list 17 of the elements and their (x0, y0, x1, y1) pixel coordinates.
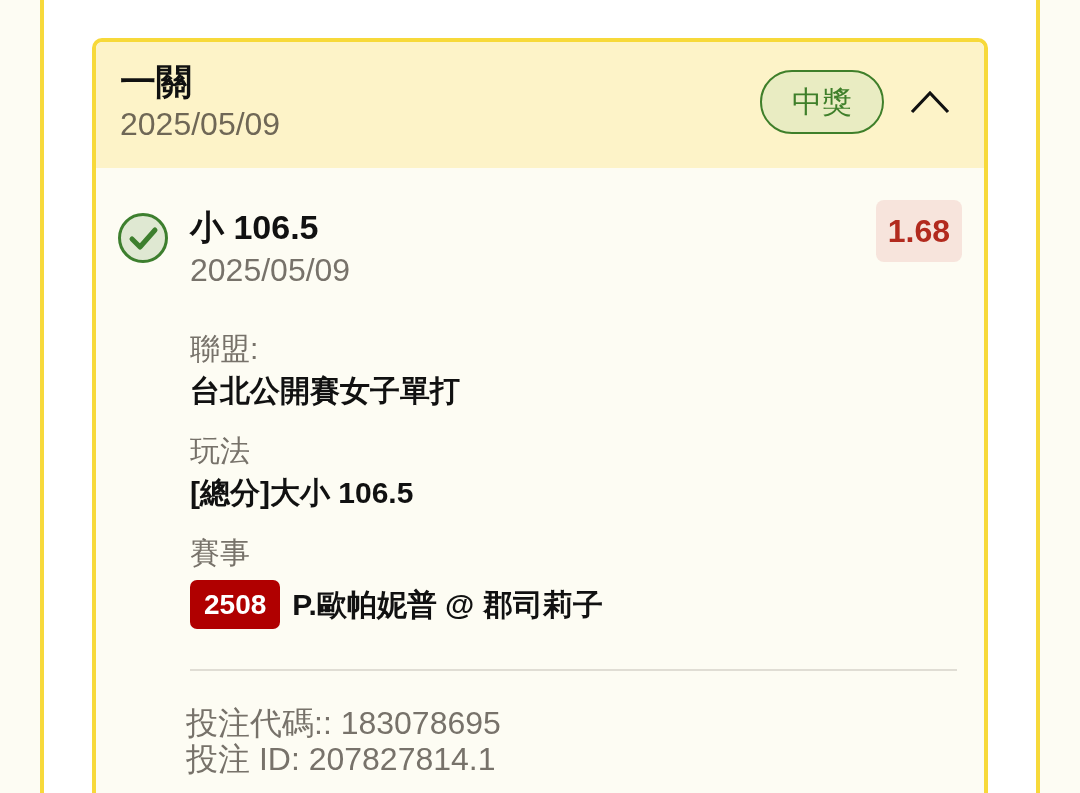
field-label: 聯盟: (190, 331, 259, 367)
bet-card-header[interactable]: 一關 2025/05/09 中獎 (96, 42, 984, 168)
selection-pick: 小 106.5 (190, 207, 319, 248)
field-value: 台北公開賽女子單打 (190, 373, 460, 409)
field-label: 玩法 (190, 433, 250, 469)
bet-type-title: 一關 (120, 60, 192, 104)
chevron-up-icon[interactable] (910, 90, 950, 114)
bet-date: 2025/05/09 (120, 105, 281, 144)
result-status-badge: 中獎 (760, 70, 884, 134)
field-label: 賽事 (190, 535, 250, 571)
field-value: [總分]大小 106.5 (190, 475, 414, 511)
match-name: P.歐帕妮普 @ 郡司莉子 (292, 586, 603, 623)
bet-reference-text: 投注 ID: 207827814.1 (186, 741, 496, 777)
odds-badge: 1.68 (875, 200, 962, 262)
selection-date: 2025/05/09 (190, 251, 351, 290)
match-number-badge: 2508 (190, 580, 281, 629)
bet-reference-text: 投注代碼:: 183078695 (186, 705, 501, 741)
